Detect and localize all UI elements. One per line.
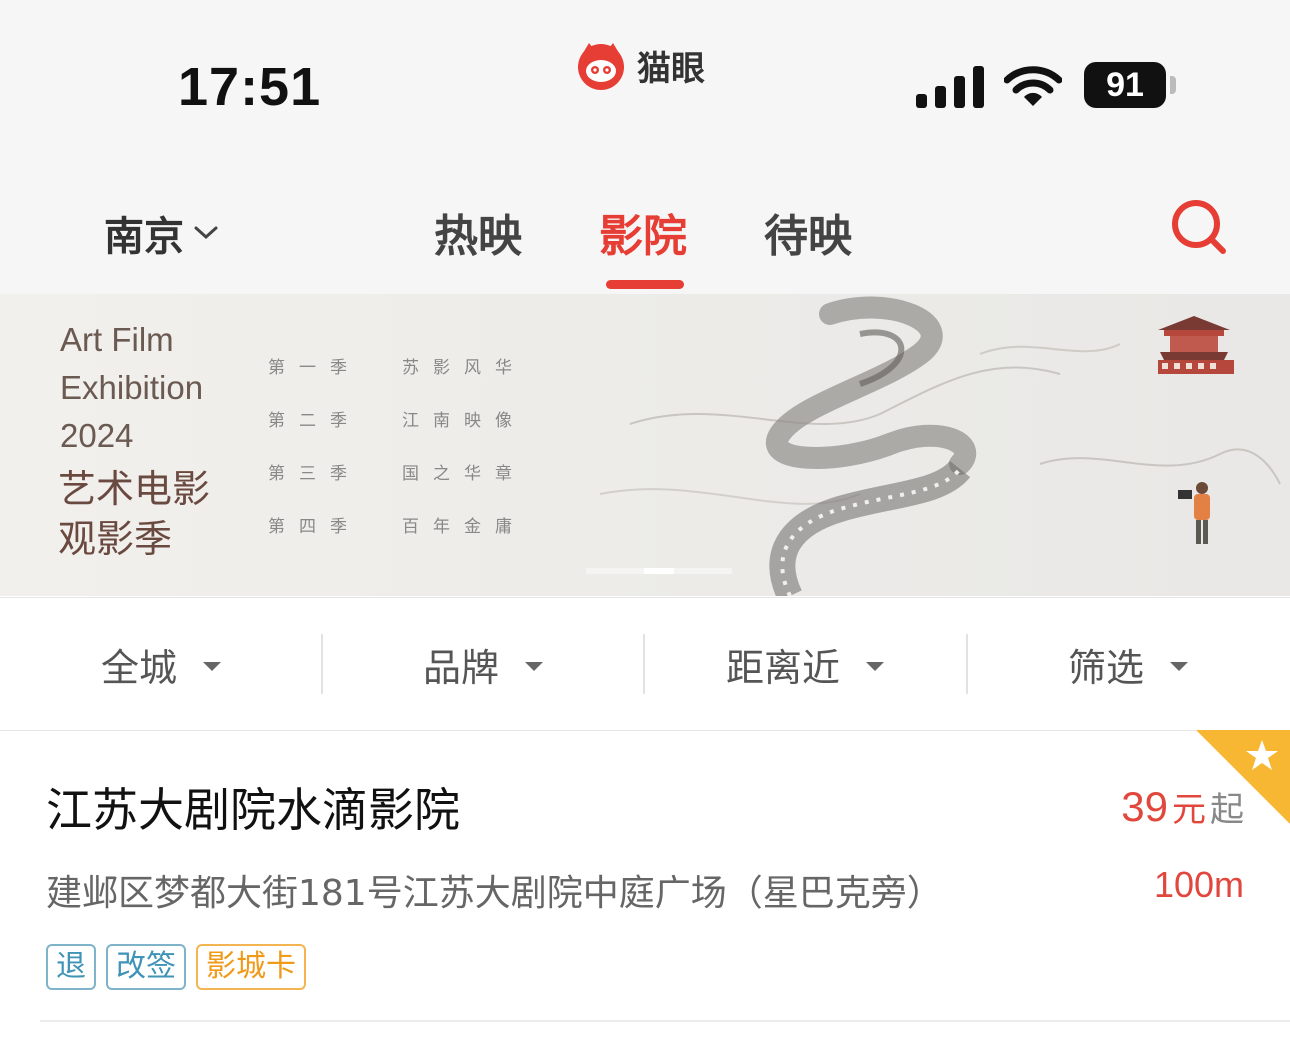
promo-banner[interactable]: Art Film Exhibition 2024 艺术电影 观影季 第一季 第二… xyxy=(0,294,1290,596)
filter-district[interactable]: 全城 xyxy=(0,598,322,730)
tab-coming-soon[interactable]: 待映 xyxy=(764,200,852,264)
season-label: 第四季 xyxy=(268,517,361,537)
banner-pagination xyxy=(586,568,732,574)
cinema-tags: 退 改签 影城卡 xyxy=(46,944,306,990)
banner-title-en: Art Film Exhibition 2024 xyxy=(60,316,203,460)
search-icon[interactable] xyxy=(1170,198,1228,256)
app-name: 猫眼 xyxy=(637,48,705,89)
pagination-dot xyxy=(674,568,732,574)
banner-artwork xyxy=(599,296,1281,596)
caret-down-icon xyxy=(525,661,543,671)
tag-cinema-card: 影城卡 xyxy=(196,944,306,990)
cinema-distance: 100m xyxy=(1153,864,1244,905)
cellular-signal-icon xyxy=(916,66,984,108)
wifi-icon xyxy=(1004,66,1062,106)
theme-label: 江南映像 xyxy=(402,411,526,431)
price-amount: 39 xyxy=(1121,783,1168,830)
battery-icon: 91 xyxy=(1084,62,1166,108)
banner-seasons: 第一季 第二季 第三季 第四季 xyxy=(268,342,361,554)
theme-label: 国之华章 xyxy=(402,464,526,484)
status-bar: 17:51 猫眼 91 xyxy=(0,0,1290,160)
season-label: 第一季 xyxy=(268,358,361,378)
cinema-address: 建邺区梦都大街181号江苏大剧院中庭广场（星巴克旁） xyxy=(46,873,943,914)
tab-cinemas[interactable]: 影院 xyxy=(599,200,687,264)
theme-label: 苏影风华 xyxy=(402,358,526,378)
pagination-dot xyxy=(586,568,644,574)
city-label: 南京 xyxy=(104,214,184,260)
cinema-name: 江苏大剧院水滴影院 xyxy=(46,783,460,837)
maoyan-logo-icon xyxy=(578,43,624,90)
banner-title-en-line: Exhibition xyxy=(60,369,204,406)
battery-tip xyxy=(1170,76,1176,94)
app-indicator: 猫眼 xyxy=(575,40,705,90)
chevron-down-icon xyxy=(194,226,218,240)
tag-refund: 退 xyxy=(46,944,96,990)
filter-bar: 全城 品牌 距离近 筛选 xyxy=(0,597,1290,731)
caret-down-icon xyxy=(203,661,221,671)
banner-title-en-line: Art Film xyxy=(60,321,174,358)
banner-title-en-line: 2024 xyxy=(60,417,134,454)
caret-down-icon xyxy=(1170,661,1188,671)
theme-label: 百年金庸 xyxy=(402,517,526,537)
banner-title-cn-line: 艺术电影 xyxy=(58,467,211,511)
tab-now-showing[interactable]: 热映 xyxy=(434,200,522,264)
filter-label: 距离近 xyxy=(725,645,840,690)
city-selector[interactable]: 南京 xyxy=(104,204,220,262)
banner-themes: 苏影风华 江南映像 国之华章 百年金庸 xyxy=(402,342,526,554)
banner-title-cn-line: 观影季 xyxy=(58,517,173,561)
status-time: 17:51 xyxy=(178,57,322,117)
tag-reschedule: 改签 xyxy=(106,944,186,990)
banner-title-cn: 艺术电影 观影季 xyxy=(58,464,210,564)
filter-brand[interactable]: 品牌 xyxy=(322,598,644,730)
pagination-dot-active xyxy=(644,568,674,574)
filter-label: 筛选 xyxy=(1067,645,1144,690)
filter-sort-distance[interactable]: 距离近 xyxy=(644,598,966,730)
filter-more[interactable]: 筛选 xyxy=(967,598,1289,730)
list-divider xyxy=(40,1020,1290,1022)
caret-down-icon xyxy=(866,661,884,671)
top-nav: 南京 热映 影院 待映 xyxy=(0,160,1290,294)
season-label: 第二季 xyxy=(268,411,361,431)
cinema-list-item[interactable]: 江苏大剧院水滴影院 39 元 起 建邺区梦都大街181号江苏大剧院中庭广场（星巴… xyxy=(0,730,1290,1022)
active-tab-indicator xyxy=(606,280,684,289)
season-label: 第三季 xyxy=(268,464,361,484)
filter-label: 品牌 xyxy=(422,645,499,690)
filter-label: 全城 xyxy=(100,645,177,690)
favorite-star-icon xyxy=(1196,730,1290,824)
